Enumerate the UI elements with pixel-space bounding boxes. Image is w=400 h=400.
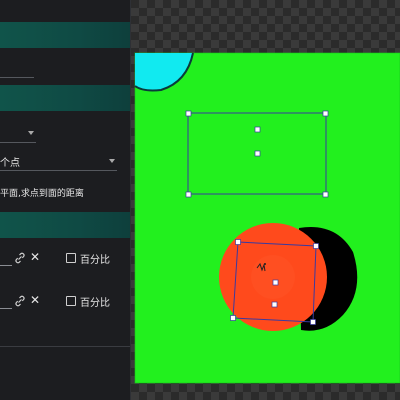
handle[interactable] (254, 126, 261, 133)
param-row-1: ✕ 百分比 (0, 251, 130, 267)
orange-circle-highlight (251, 255, 295, 299)
link-icon[interactable] (14, 295, 26, 307)
param-input-2[interactable] (0, 308, 12, 309)
section-header-3[interactable] (0, 212, 130, 238)
dropdown-point-count[interactable]: 个点 (0, 152, 117, 171)
param-row-2: ✕ 百分比 (0, 294, 130, 310)
close-icon[interactable]: ✕ (30, 251, 42, 263)
text-field-1[interactable] (0, 77, 34, 78)
description-text: 平面,求点到面的距离 (0, 189, 84, 199)
percent-checkbox-2[interactable] (66, 296, 76, 306)
handle[interactable] (313, 243, 319, 249)
close-icon[interactable]: ✕ (30, 294, 42, 306)
handle[interactable] (271, 301, 278, 308)
handle[interactable] (254, 150, 261, 157)
chevron-down-icon (28, 131, 34, 135)
handle[interactable] (235, 239, 241, 245)
dropdown-point-count-value: 个点 (0, 157, 20, 169)
handle[interactable] (185, 110, 192, 117)
dark-dot (264, 263, 266, 265)
handle[interactable] (322, 191, 329, 198)
percent-label-2: 百分比 (80, 298, 110, 309)
percent-checkbox-1[interactable] (66, 253, 76, 263)
section-header-2[interactable] (0, 85, 130, 111)
divider (0, 346, 130, 347)
handle[interactable] (185, 191, 192, 198)
handle[interactable] (230, 315, 236, 321)
chevron-down-icon (109, 159, 115, 163)
section-header-1[interactable] (0, 22, 130, 48)
handle[interactable] (272, 279, 279, 286)
handle[interactable] (310, 319, 316, 325)
canvas-scene[interactable] (131, 0, 400, 400)
percent-label-1: 百分比 (80, 255, 110, 266)
handle[interactable] (322, 110, 329, 117)
canvas-viewport[interactable] (131, 0, 400, 400)
dropdown-1[interactable] (0, 124, 36, 143)
param-input-1[interactable] (0, 265, 12, 266)
link-icon[interactable] (14, 252, 26, 264)
green-layer[interactable] (135, 53, 400, 383)
properties-panel: 个点 平面,求点到面的距离 ✕ 百分比 ✕ 百分比 (0, 0, 131, 400)
